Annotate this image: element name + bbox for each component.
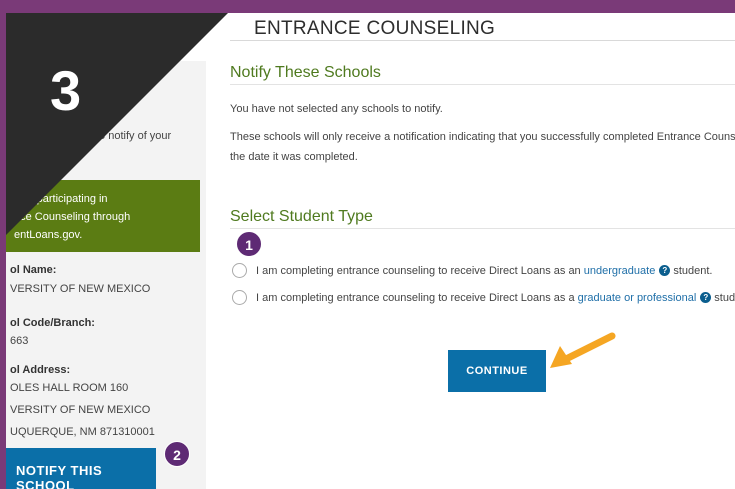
step-corner-banner: [6, 13, 228, 235]
undergraduate-option-suffix: student.: [673, 264, 713, 277]
graduate-radio[interactable]: [232, 290, 247, 305]
school-name-value: VERSITY OF NEW MEXICO: [10, 283, 151, 295]
annotation-badge-1: 1: [236, 231, 262, 257]
question-circle-icon[interactable]: ?: [659, 265, 671, 276]
student-type-heading: Select Student Type: [230, 208, 373, 225]
notify-schools-heading: Notify These Schools: [230, 64, 381, 81]
notify-info-line-2: the date it was completed.: [230, 151, 358, 163]
notify-heading-divider: [230, 84, 735, 85]
step-number: 3: [50, 59, 82, 122]
question-circle-icon[interactable]: ?: [700, 292, 712, 303]
page-title: ENTRANCE COUNSELING: [254, 18, 496, 39]
school-address-line-2: VERSITY OF NEW MEXICO: [10, 404, 151, 416]
no-schools-selected-text: You have not selected any schools to not…: [230, 103, 443, 115]
school-address-line-3: UQUERQUE, NM 871310001: [10, 426, 155, 438]
student-type-divider: [230, 228, 735, 229]
graduate-link[interactable]: graduate or professional: [578, 292, 697, 304]
undergraduate-option-text: I am completing entrance counseling to r…: [256, 264, 581, 277]
school-code-label: ol Code/Branch:: [10, 317, 95, 329]
pointer-arrow-icon: [550, 332, 616, 368]
undergraduate-option[interactable]: I am completing entrance counseling to r…: [232, 263, 712, 278]
school-address-label: ol Address:: [10, 364, 71, 376]
school-address-line-1: OLES HALL ROOM 160: [10, 382, 129, 394]
annotation-badge-2: 2: [164, 441, 190, 467]
graduate-option-suffix: student.: [714, 291, 735, 304]
undergraduate-radio[interactable]: [232, 263, 247, 278]
school-code-value: 663: [10, 335, 29, 347]
notify-this-school-button[interactable]: NOTIFY THIS SCHOOL: [6, 448, 156, 489]
notify-info-line-1: These schools will only receive a notifi…: [230, 131, 735, 143]
school-name-label: ol Name:: [10, 264, 57, 276]
graduate-option[interactable]: I am completing entrance counseling to r…: [232, 290, 735, 305]
page: ENTRANCE COUNSELING to notify of your ol…: [0, 0, 735, 489]
undergraduate-link[interactable]: undergraduate: [584, 265, 656, 277]
title-divider: [230, 40, 735, 41]
graduate-option-text: I am completing entrance counseling to r…: [256, 291, 575, 304]
continue-button[interactable]: CONTINUE: [448, 350, 546, 392]
